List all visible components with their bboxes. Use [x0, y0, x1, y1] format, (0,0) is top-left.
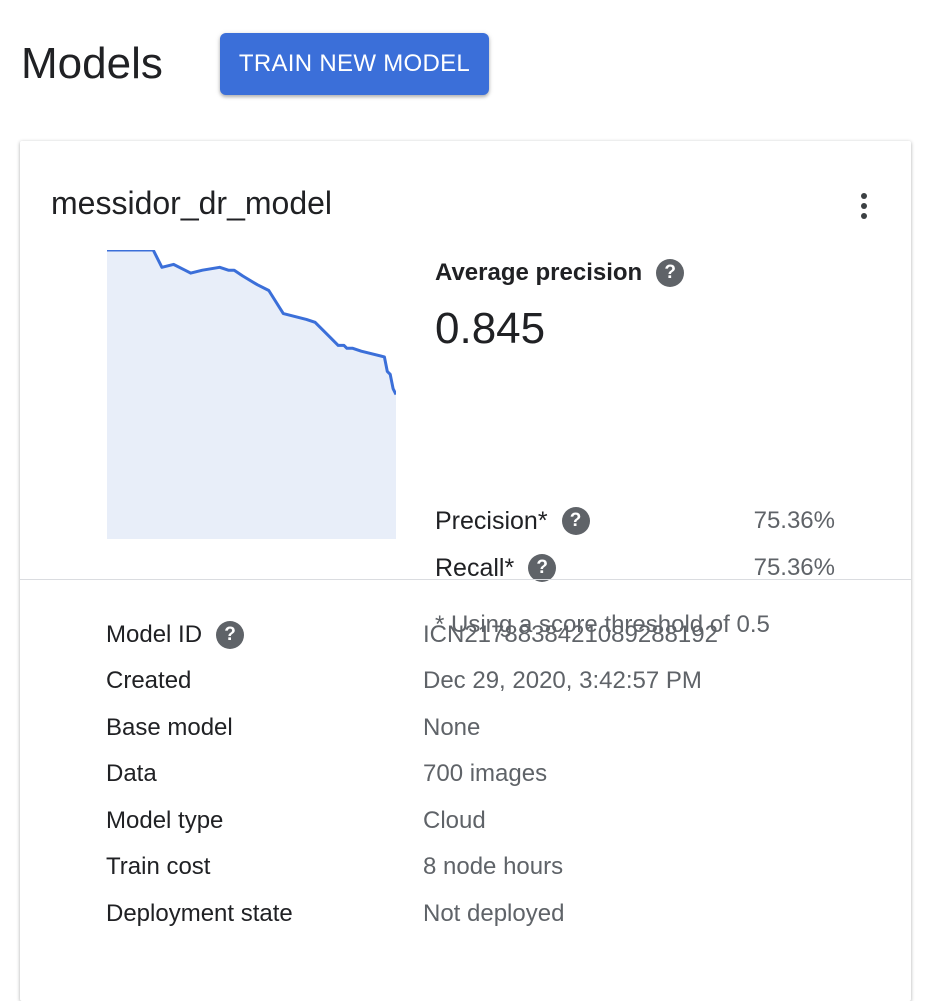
help-icon[interactable]: ? — [656, 259, 685, 287]
detail-label-text: Model ID — [106, 621, 203, 648]
detail-label: Data — [106, 760, 157, 787]
detail-label: Model type — [106, 807, 224, 834]
detail-row-base-model: Base model None — [106, 710, 866, 746]
average-precision-value: 0.845 — [435, 304, 546, 353]
detail-label: Train cost — [106, 853, 211, 880]
model-card: messidor_dr_model Average precision ? 0.… — [20, 141, 911, 1001]
detail-row-model-type: Model type Cloud — [106, 803, 866, 839]
detail-value: Cloud — [423, 807, 486, 834]
help-icon[interactable]: ? — [561, 507, 590, 535]
detail-label: Base model — [106, 714, 233, 741]
kebab-dot — [861, 193, 867, 199]
card-divider — [20, 579, 911, 580]
detail-row-model-id: Model ID ? ICN2178838421089288192 — [106, 617, 866, 653]
detail-value: 700 images — [423, 760, 548, 787]
average-precision-label: Average precision — [435, 259, 643, 286]
detail-value: 8 node hours — [423, 853, 564, 880]
detail-row-train-cost: Train cost 8 node hours — [106, 849, 866, 885]
more-vert-icon[interactable] — [850, 189, 878, 223]
detail-row-data: Data 700 images — [106, 756, 866, 792]
detail-label: Model ID ? — [106, 621, 245, 649]
recall-value: 75.36% — [753, 554, 835, 581]
detail-value: None — [423, 714, 481, 741]
page-title: Models — [21, 39, 163, 88]
detail-row-created: Created Dec 29, 2020, 3:42:57 PM — [106, 663, 866, 699]
precision-row: Precision* ? 75.36% — [435, 503, 835, 539]
page-header: Models TRAIN NEW MODEL — [0, 0, 941, 120]
help-icon[interactable]: ? — [528, 554, 557, 582]
precision-value: 75.36% — [753, 507, 835, 534]
kebab-dot — [861, 213, 867, 219]
train-new-model-button[interactable]: TRAIN NEW MODEL — [220, 33, 489, 95]
precision-recall-chart — [107, 250, 396, 539]
precision-label: Precision* — [435, 506, 548, 535]
detail-value: ICN2178838421089288192 — [423, 621, 718, 648]
kebab-dot — [861, 203, 867, 209]
pr-curve-area — [107, 250, 396, 539]
detail-value: Not deployed — [423, 900, 565, 927]
detail-value: Dec 29, 2020, 3:42:57 PM — [423, 667, 702, 694]
recall-row: Recall* ? 75.36% — [435, 550, 835, 586]
average-precision-row: Average precision ? — [435, 255, 685, 291]
detail-row-deployment-state: Deployment state Not deployed — [106, 896, 866, 932]
help-icon[interactable]: ? — [216, 621, 245, 649]
detail-label: Deployment state — [106, 900, 293, 927]
model-name[interactable]: messidor_dr_model — [51, 183, 332, 223]
detail-label: Created — [106, 667, 192, 694]
